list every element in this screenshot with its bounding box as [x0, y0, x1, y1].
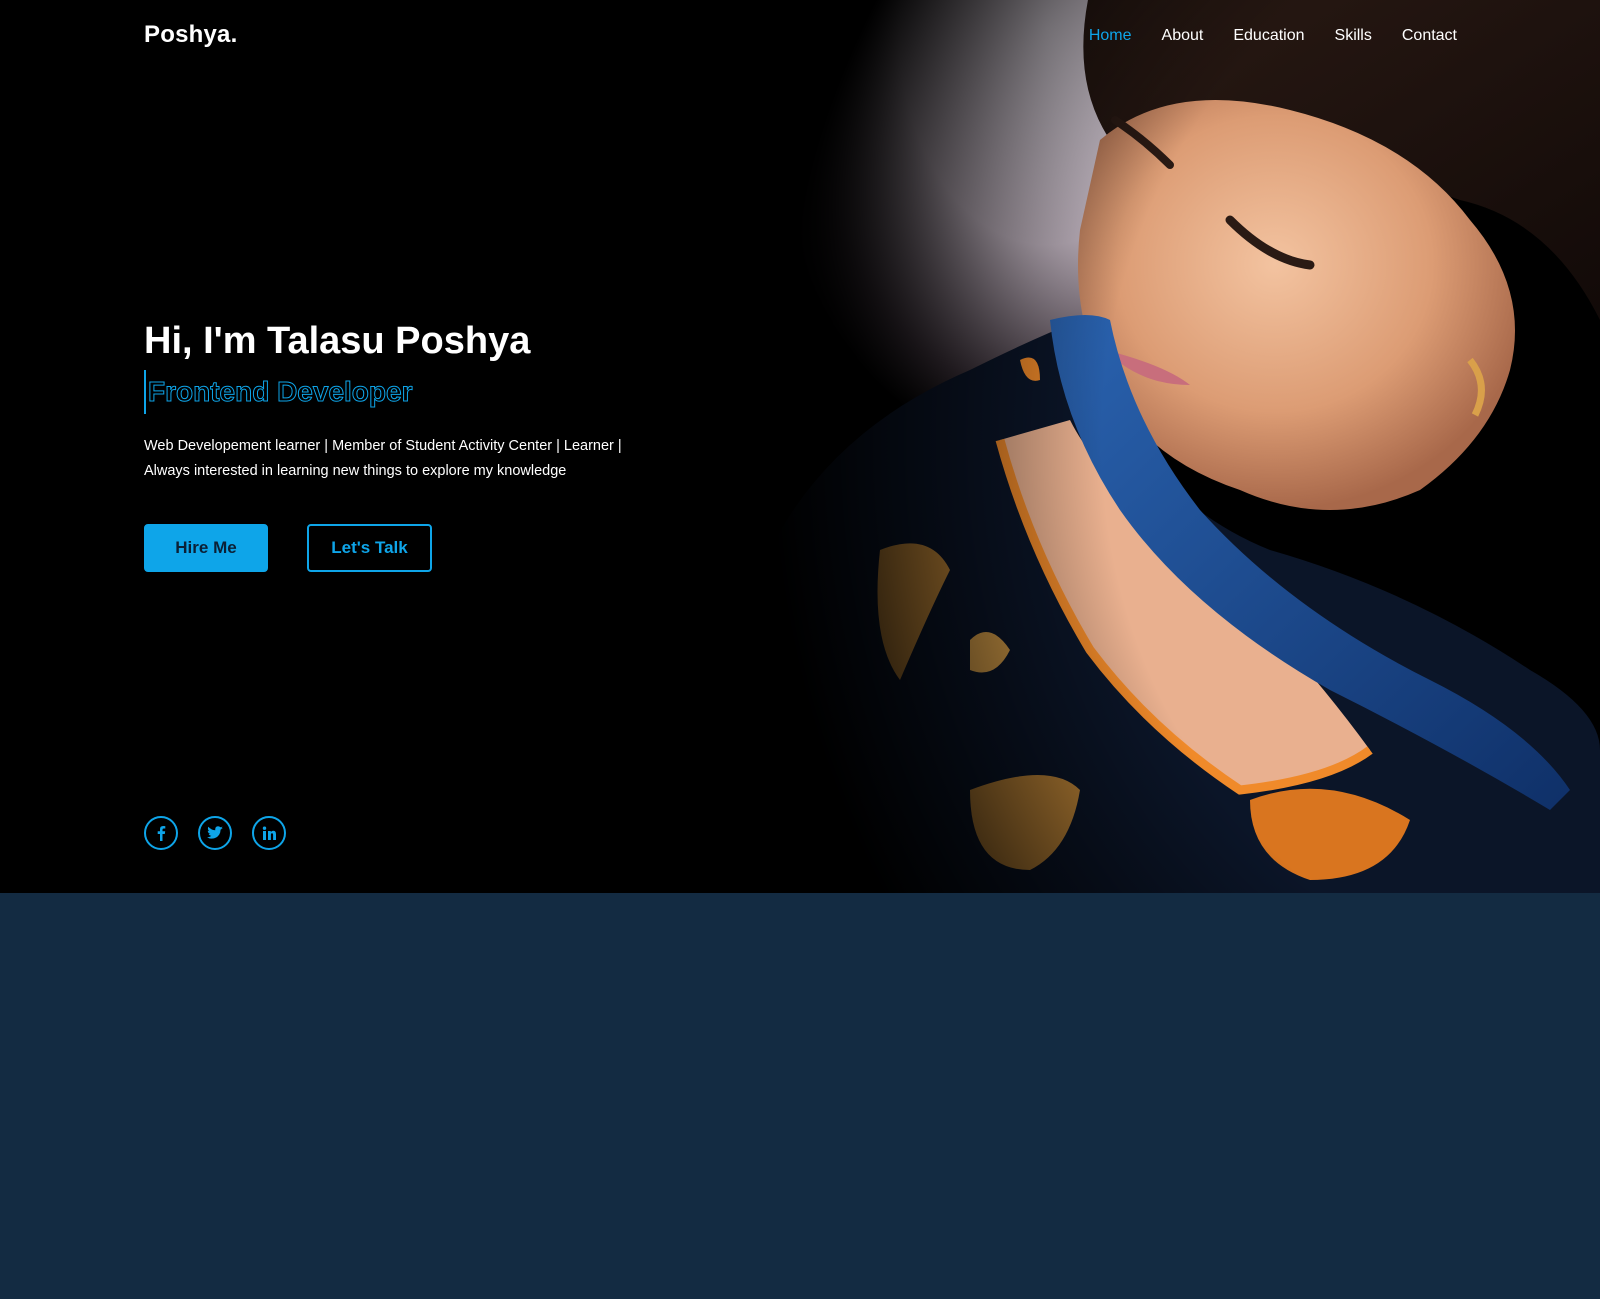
twitter-icon[interactable] — [198, 816, 232, 850]
hero-section: Poshya. Home About Education Skills Cont… — [0, 0, 1600, 893]
hero-subtitle: Frontend Developer — [144, 370, 413, 414]
linkedin-icon[interactable] — [252, 816, 286, 850]
hero-description-line-1: Web Developement learner | Member of Stu… — [144, 438, 622, 454]
main-nav: Home About Education Skills Contact — [1089, 27, 1457, 45]
site-logo[interactable]: Poshya. — [144, 21, 237, 49]
hero-title: Hi, I'm Talasu Poshya — [144, 320, 531, 362]
nav-contact-link[interactable]: Contact — [1402, 27, 1457, 45]
hire-me-button[interactable]: Hire Me — [144, 524, 268, 572]
nav-skills-link[interactable]: Skills — [1335, 27, 1372, 45]
facebook-icon[interactable] — [144, 816, 178, 850]
hero-description-line-2: Always interested in learning new things… — [144, 463, 567, 479]
nav-education-link[interactable]: Education — [1233, 27, 1304, 45]
lets-talk-button[interactable]: Let's Talk — [307, 524, 432, 572]
social-links — [144, 816, 286, 850]
nav-about-link[interactable]: About — [1162, 27, 1204, 45]
hero-description: Web Developement learner | Member of Stu… — [144, 434, 664, 484]
nav-home-link[interactable]: Home — [1089, 27, 1132, 45]
profile-photo — [770, 0, 1600, 893]
